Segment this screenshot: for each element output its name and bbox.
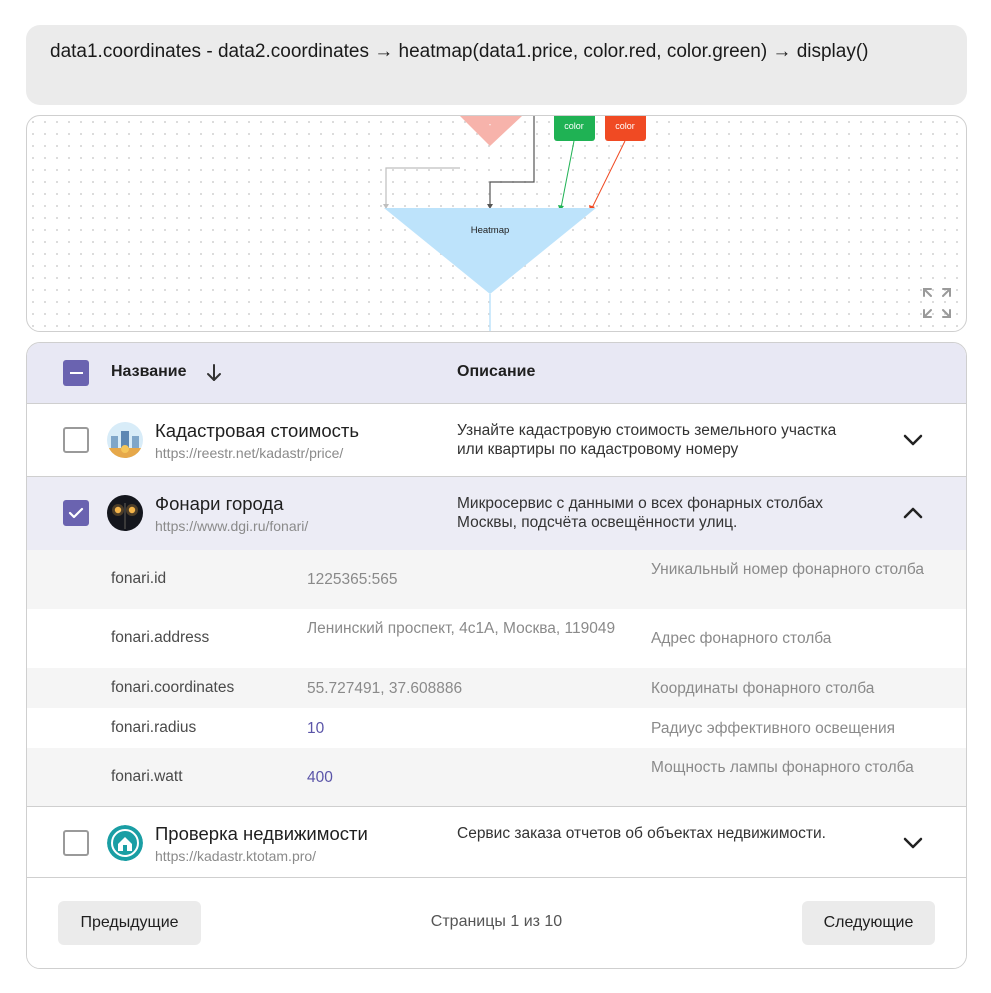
- pagination: Предыдущие Страницы 1 из 10 Следующие: [27, 877, 966, 968]
- column-header-name[interactable]: Название: [111, 363, 187, 381]
- query-text: data1.coordinates - data2.coordinates → …: [50, 41, 869, 62]
- minus-node-label: -: [489, 120, 492, 129]
- detail-key: fonari.watt: [111, 768, 183, 785]
- connector-minus-heatmap: [385, 167, 460, 206]
- row-title[interactable]: Кадастровая стоимость: [155, 420, 359, 442]
- detail-row: fonari.coordinates 55.727491, 37.608886 …: [27, 668, 966, 708]
- detail-key: fonari.id: [111, 570, 167, 587]
- row-details: fonari.id 1225365:565 Уникальный номер ф…: [27, 550, 966, 807]
- detail-row: fonari.watt 400 Мощность лампы фонарного…: [27, 748, 966, 806]
- detail-key: fonari.coordinates: [111, 679, 235, 696]
- row-checkbox[interactable]: [63, 830, 89, 856]
- avatar: [107, 495, 143, 531]
- services-table: Название Описание Кадастровая стоимость …: [26, 342, 967, 969]
- table-row[interactable]: Фонари города https://www.dgi.ru/fonari/…: [27, 477, 966, 550]
- row-title[interactable]: Фонари города: [155, 493, 284, 515]
- next-page-button[interactable]: Следующие: [802, 901, 935, 945]
- detail-value: 55.727491, 37.608886: [307, 680, 463, 697]
- column-header-description: Описание: [457, 363, 536, 380]
- row-description: Узнайте кадастровую стоимость земельного…: [457, 422, 837, 458]
- heatmap-node-label: Heatmap: [471, 225, 510, 236]
- detail-value: 400: [307, 769, 333, 786]
- row-url[interactable]: https://kadastr.ktotam.pro/: [155, 848, 316, 864]
- detail-description: Уникальный номер фонарного столба: [651, 561, 925, 578]
- detail-description: Радиус эффективного освещения: [651, 720, 896, 737]
- row-checkbox[interactable]: [63, 500, 89, 526]
- diagram-canvas[interactable]: - color color Heatmap: [26, 115, 967, 332]
- chevron-down-icon[interactable]: [903, 834, 923, 852]
- connector-green-heatmap: [560, 140, 575, 209]
- row-description: Сервис заказа отчетов об объектах недвиж…: [457, 825, 826, 842]
- select-all-checkbox[interactable]: [63, 360, 89, 386]
- table-header: Название Описание: [27, 343, 966, 404]
- detail-value: Ленинский проспект, 4с1А, Москва, 119049: [307, 620, 616, 637]
- avatar: [107, 825, 143, 861]
- detail-description: Адрес фонарного столба: [651, 630, 832, 647]
- row-url[interactable]: https://www.dgi.ru/fonari/: [155, 518, 308, 534]
- chevron-up-icon[interactable]: [903, 504, 923, 522]
- avatar: [107, 422, 143, 458]
- detail-key: fonari.radius: [111, 719, 197, 736]
- heatmap-node[interactable]: [384, 208, 596, 294]
- detail-description: Мощность лампы фонарного столба: [651, 759, 914, 776]
- fullscreen-icon[interactable]: [922, 287, 952, 319]
- connector-red-heatmap: [591, 140, 626, 209]
- table-row[interactable]: Проверка недвижимости https://kadastr.kt…: [27, 807, 966, 880]
- minus-icon: [69, 372, 83, 374]
- chevron-down-icon[interactable]: [903, 431, 923, 449]
- detail-value: 10: [307, 720, 325, 737]
- row-description: Микросервис с данными о всех фонарных ст…: [457, 495, 824, 531]
- color-red-node-label: color: [615, 121, 635, 131]
- query-expression[interactable]: data1.coordinates - data2.coordinates → …: [26, 25, 967, 105]
- detail-row: fonari.radius 10 Радиус эффективного осв…: [27, 708, 966, 748]
- flow-diagram: - color color Heatmap: [383, 116, 646, 331]
- detail-key: fonari.address: [111, 629, 210, 646]
- detail-description: Координаты фонарного столба: [651, 680, 875, 697]
- checkmark-icon: [68, 507, 84, 519]
- detail-row: fonari.id 1225365:565 Уникальный номер ф…: [27, 550, 966, 609]
- detail-row: fonari.address Ленинский проспект, 4с1А,…: [27, 609, 966, 668]
- row-title[interactable]: Проверка недвижимости: [155, 823, 368, 845]
- color-green-node-label: color: [564, 121, 584, 131]
- sort-arrow-down-icon[interactable]: [205, 363, 223, 383]
- table-row[interactable]: Кадастровая стоимость https://reestr.net…: [27, 404, 966, 477]
- detail-value: 1225365:565: [307, 571, 398, 588]
- row-checkbox[interactable]: [63, 427, 89, 453]
- row-url[interactable]: https://reestr.net/kadastr/price/: [155, 445, 343, 461]
